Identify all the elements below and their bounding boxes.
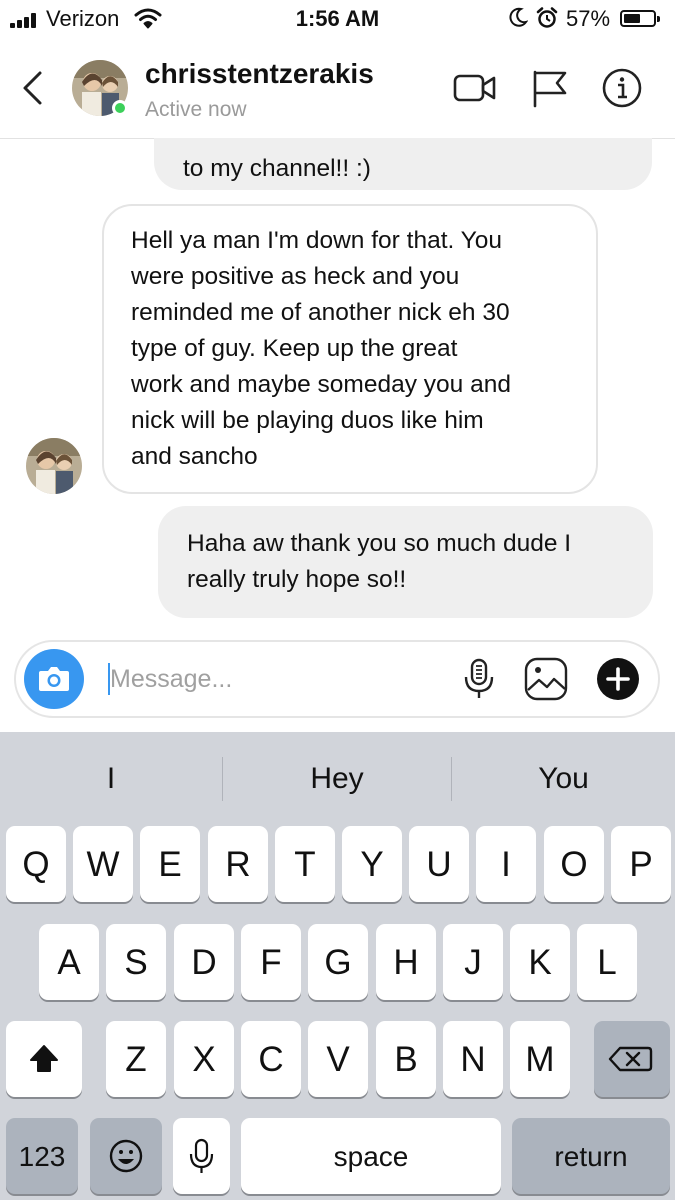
battery-icon [620, 10, 660, 27]
message-line: work and maybe someday you and [131, 371, 511, 398]
backspace-icon [608, 1046, 653, 1072]
video-call-icon[interactable] [453, 68, 497, 108]
predictive-text-bar: I Hey You [0, 732, 675, 822]
key-l[interactable]: L [577, 924, 637, 1000]
key-f[interactable]: F [241, 924, 301, 1000]
alarm-icon [536, 7, 558, 28]
gallery-icon[interactable] [523, 656, 569, 702]
message-composer [14, 640, 660, 718]
key-q[interactable]: Q [6, 826, 66, 902]
key-d[interactable]: D [174, 924, 234, 1000]
suggestion-2[interactable]: Hey [223, 732, 451, 822]
active-status-dot [112, 100, 128, 116]
key-a[interactable]: A [39, 924, 99, 1000]
sent-message-bubble[interactable]: Haha aw thank you so much dude I really … [158, 506, 653, 618]
key-e[interactable]: E [140, 826, 200, 902]
key-j[interactable]: J [443, 924, 503, 1000]
key-s[interactable]: S [106, 924, 166, 1000]
key-o[interactable]: O [544, 826, 604, 902]
suggestion-3[interactable]: You [452, 732, 675, 822]
shift-key[interactable] [6, 1021, 82, 1097]
message-line: nick will be playing duos like him [131, 407, 484, 434]
key-h[interactable]: H [376, 924, 436, 1000]
camera-icon [39, 667, 69, 691]
key-c[interactable]: C [241, 1021, 301, 1097]
message-input[interactable] [108, 654, 430, 704]
keyboard: I Hey You Q W E R T Y U I O P A S D F G … [0, 732, 675, 1200]
info-icon[interactable] [600, 68, 644, 108]
sent-message-bubble[interactable]: to my channel!! :) [154, 138, 652, 190]
key-z[interactable]: Z [106, 1021, 166, 1097]
microphone-icon[interactable] [456, 656, 502, 702]
back-chevron-icon[interactable] [18, 70, 48, 106]
suggestion-1[interactable]: I [0, 732, 222, 822]
space-key[interactable]: space [241, 1118, 501, 1194]
key-b[interactable]: B [376, 1021, 436, 1097]
message-line: reminded me of another nick eh 30 [131, 299, 510, 326]
key-w[interactable]: W [73, 826, 133, 902]
message-line: and sancho [131, 443, 258, 470]
emoji-icon [109, 1139, 143, 1173]
message-line: Haha aw thank you so much dude I [187, 530, 572, 557]
key-n[interactable]: N [443, 1021, 503, 1097]
dictation-mic-icon [189, 1138, 214, 1173]
camera-button[interactable] [24, 649, 84, 709]
received-message-bubble[interactable]: Hell ya man I'm down for that. You were … [102, 204, 598, 494]
key-u[interactable]: U [409, 826, 469, 902]
key-y[interactable]: Y [342, 826, 402, 902]
return-key[interactable]: return [512, 1118, 670, 1194]
key-v[interactable]: V [308, 1021, 368, 1097]
key-k[interactable]: K [510, 924, 570, 1000]
key-i[interactable]: I [476, 826, 536, 902]
status-bar: Verizon 1:56 AM 57% [0, 0, 675, 38]
flag-icon[interactable] [527, 68, 571, 108]
shift-icon [30, 1045, 58, 1072]
message-thread[interactable]: to my channel!! :) Hell ya man I'm down … [0, 138, 675, 630]
message-line: type of guy. Keep up the great [131, 335, 458, 362]
key-g[interactable]: G [308, 924, 368, 1000]
key-t[interactable]: T [275, 826, 335, 902]
message-line: were positive as heck and you [131, 263, 460, 290]
message-line: Hell ya man I'm down for that. You [131, 227, 503, 254]
chat-username[interactable]: chrisstentzerakis [145, 58, 374, 90]
battery-percent: 57% [566, 6, 611, 31]
active-status-text: Active now [145, 98, 247, 121]
backspace-key[interactable] [594, 1021, 670, 1097]
add-icon[interactable] [595, 656, 641, 702]
dictation-key[interactable] [173, 1118, 230, 1194]
battery-level [624, 14, 640, 23]
key-m[interactable]: M [510, 1021, 570, 1097]
chat-header: chrisstentzerakis Active now [0, 38, 675, 139]
emoji-key[interactable] [90, 1118, 162, 1194]
moon-icon [509, 7, 528, 27]
sender-avatar[interactable] [26, 438, 82, 494]
key-r[interactable]: R [208, 826, 268, 902]
key-p[interactable]: P [611, 826, 671, 902]
message-text: to my channel!! :) [183, 155, 371, 182]
message-line: really truly hope so!! [187, 566, 407, 593]
key-x[interactable]: X [174, 1021, 234, 1097]
numbers-key[interactable]: 123 [6, 1118, 78, 1194]
